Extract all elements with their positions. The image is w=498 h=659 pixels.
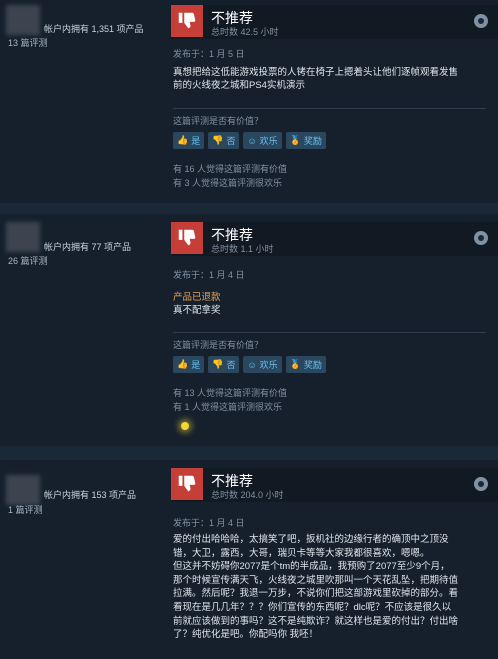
- steam-icon: [474, 477, 488, 491]
- posted-date: 发布于：1 月 5 日: [173, 49, 245, 59]
- review-text: 真想把给这低能游戏投票的人铐在椅子上摁着头让他们逐帧观看发售 前的火线夜之城和P…: [173, 67, 459, 91]
- divider: [173, 332, 486, 333]
- thumbs-up-icon: 👍: [177, 359, 189, 369]
- playtime: 总时数 42.5 小时: [211, 27, 279, 37]
- posted-date: 发布于：1 月 4 日: [173, 518, 245, 528]
- vote-buttons: 👍 是 👎 否 ☺ 欢乐 🏅 奖励: [173, 356, 326, 373]
- award-sparkle-icon[interactable]: [181, 422, 189, 430]
- vote-header[interactable]: 不推荐 总时数 204.0 小时: [171, 468, 498, 502]
- thumbs-down-icon: 👎: [212, 359, 224, 369]
- posted-date: 发布于：1 月 4 日: [173, 270, 245, 280]
- owned-products: 帐户内拥有 1,351 项产品: [44, 24, 144, 34]
- thumbs-down-icon: [171, 468, 203, 500]
- smile-icon: ☺: [247, 135, 257, 146]
- review-gap: [0, 446, 498, 460]
- steam-icon: [474, 231, 488, 245]
- playtime: 总时数 1.1 小时: [211, 244, 274, 254]
- award-button[interactable]: 🏅 奖励: [285, 132, 326, 149]
- vote-no-button[interactable]: 👎 否: [208, 132, 240, 149]
- award-button[interactable]: 🏅 奖励: [285, 356, 326, 373]
- divider: [173, 108, 486, 109]
- review-card-2: 帐户内拥有 77 项产品 26 篇评测 不推荐 总时数 1.1 小时 发布于：1…: [0, 214, 498, 446]
- thumbs-up-icon: 👍: [177, 135, 189, 145]
- steam-icon: [474, 14, 488, 28]
- vote-funny-button[interactable]: ☺ 欢乐: [243, 132, 282, 149]
- award-icon: 🏅: [289, 359, 301, 369]
- review-gap: [0, 203, 498, 214]
- owned-products: 帐户内拥有 77 项产品: [44, 242, 132, 252]
- vote-no-button[interactable]: 👎 否: [208, 356, 240, 373]
- vote-funny-button[interactable]: ☺ 欢乐: [243, 356, 282, 373]
- vote-yes-button[interactable]: 👍 是: [173, 356, 205, 373]
- vote-header[interactable]: 不推荐 总时数 1.1 小时: [171, 222, 498, 256]
- review-count[interactable]: 13 篇评测: [8, 36, 48, 49]
- award-icon: 🏅: [289, 135, 301, 145]
- thumbs-down-icon: [171, 222, 203, 254]
- review-text: 爱的付出哈哈哈，太搞笑了吧，扳机社的边缘行者的确顶中之顶没 错，大卫，露西，大哥…: [173, 534, 459, 641]
- review-text: 产品已退款 真不配拿奖: [173, 291, 486, 317]
- review-count[interactable]: 26 篇评测: [8, 254, 48, 267]
- thumbs-down-icon: [171, 5, 203, 37]
- found-funny: 有 3 人觉得这篇评测很欢乐: [173, 178, 283, 188]
- avatar[interactable]: [6, 222, 40, 252]
- refund-label: 产品已退款: [173, 292, 221, 303]
- review-card-1: 帐户内拥有 1,351 项产品 13 篇评测 不推荐 总时数 42.5 小时 发…: [0, 0, 498, 203]
- owned-products: 帐户内拥有 153 项产品: [44, 490, 137, 500]
- helpful-question: 这篇评测是否有价值？: [173, 340, 264, 350]
- smile-icon: ☺: [247, 359, 257, 370]
- found-helpful: 有 13 人觉得这篇评测有价值: [173, 388, 288, 398]
- found-funny: 有 1 人觉得这篇评测很欢乐: [173, 402, 283, 412]
- avatar[interactable]: [6, 475, 40, 505]
- vote-header[interactable]: 不推荐 总时数 42.5 小时: [171, 5, 498, 39]
- vote-buttons: 👍 是 👎 否 ☺ 欢乐 🏅 奖励: [173, 132, 326, 149]
- found-helpful: 有 16 人觉得这篇评测有价值: [173, 164, 288, 174]
- review-card-3: 帐户内拥有 153 项产品 1 篇评测 不推荐 总时数 204.0 小时 发布于…: [0, 460, 498, 659]
- helpful-question: 这篇评测是否有价值？: [173, 116, 264, 126]
- review-count[interactable]: 1 篇评测: [8, 503, 43, 516]
- avatar[interactable]: [6, 5, 40, 35]
- thumbs-down-icon: 👎: [212, 135, 224, 145]
- vote-yes-button[interactable]: 👍 是: [173, 132, 205, 149]
- playtime: 总时数 204.0 小时: [211, 490, 284, 500]
